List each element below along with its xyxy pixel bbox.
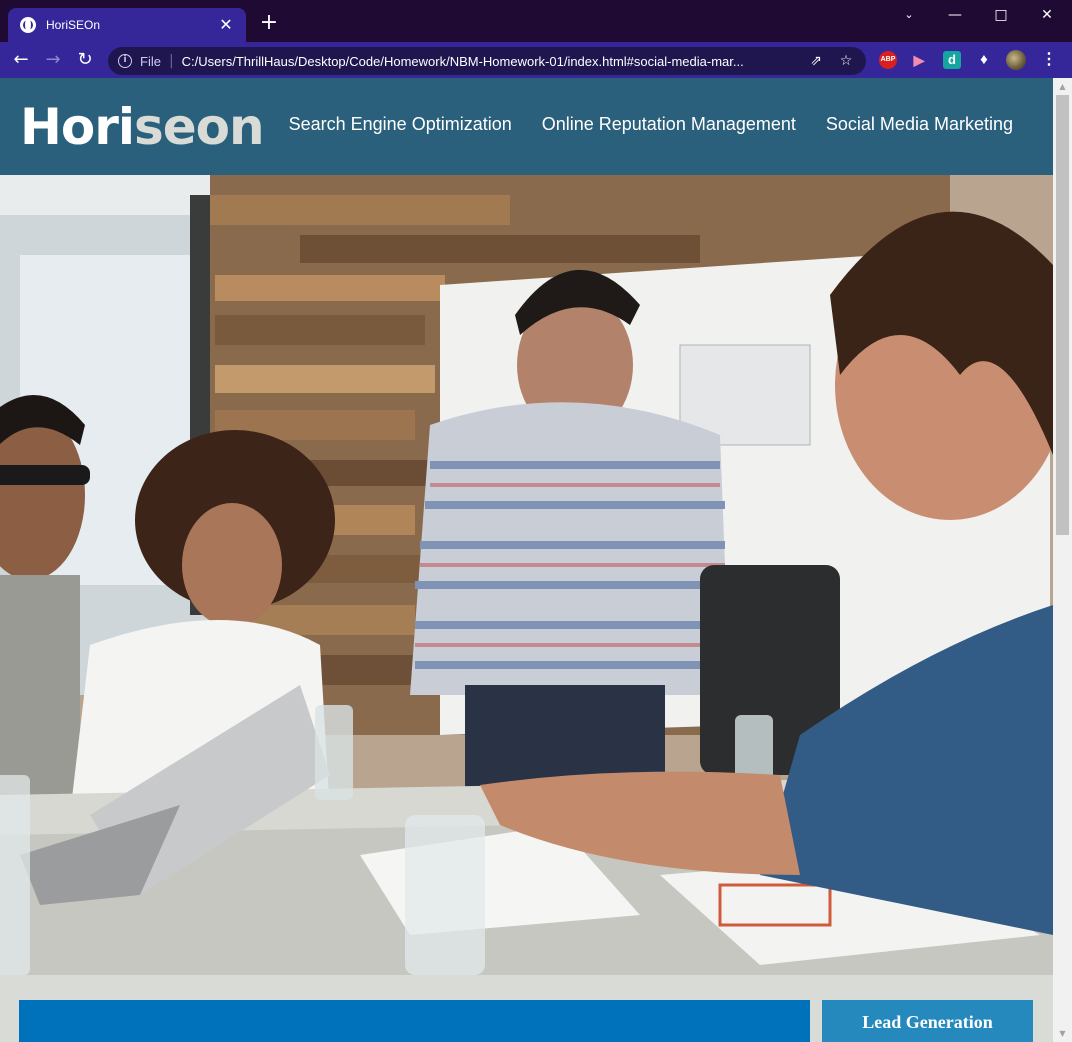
share-icon[interactable]: ⇗ <box>806 51 826 71</box>
forward-arrow-icon[interactable]: → <box>40 48 66 72</box>
site-header: Horiseon Search Engine Optimization Onli… <box>0 78 1053 175</box>
scroll-thumb[interactable] <box>1056 95 1069 535</box>
page-viewport: Horiseon Search Engine Optimization Onli… <box>0 78 1072 1042</box>
page-scrollbar[interactable]: ▲ ▼ <box>1053 78 1072 1042</box>
hero-image <box>0 175 1053 975</box>
seo-content-section <box>19 1000 810 1042</box>
star-icon[interactable]: ☆ <box>836 51 856 71</box>
info-icon[interactable]: i <box>118 54 132 68</box>
logo-main-text: Hori <box>20 98 135 156</box>
site-logo: Horiseon <box>20 98 265 156</box>
back-arrow-icon[interactable]: ← <box>8 48 34 72</box>
browser-titlebar: HoriSEOn ✕ + ⌄ — □ ✕ <box>0 0 1072 42</box>
omnibox-divider: | <box>168 53 174 69</box>
close-tab-icon[interactable]: ✕ <box>216 15 236 35</box>
benefit-lead-generation: Lead Generation <box>822 1000 1033 1042</box>
url-text[interactable]: C:/Users/ThrillHaus/Desktop/Code/Homewor… <box>182 54 796 69</box>
browser-tab[interactable]: HoriSEOn ✕ <box>8 8 246 42</box>
benefit-title: Lead Generation <box>862 1012 993 1032</box>
globe-icon <box>20 17 36 33</box>
scheme-label: File <box>140 53 161 69</box>
hero-photo-illustration <box>0 175 1053 975</box>
puzzle-icon[interactable]: ♦ <box>975 51 993 69</box>
logo-accent-text: seon <box>134 98 265 156</box>
scroll-up-arrow-icon[interactable]: ▲ <box>1053 78 1072 95</box>
window-close-icon[interactable]: ✕ <box>1032 4 1062 26</box>
new-tab-button[interactable]: + <box>258 12 280 34</box>
adblock-icon[interactable]: ABP <box>879 51 897 69</box>
profile-avatar-icon[interactable] <box>1006 50 1026 70</box>
kebab-menu-icon[interactable]: ⋮ <box>1040 51 1058 69</box>
d-extension-icon[interactable]: d <box>943 51 961 69</box>
tab-title: HoriSEOn <box>46 18 101 32</box>
reload-icon[interactable]: ↻ <box>72 48 98 72</box>
maximize-icon[interactable]: □ <box>986 4 1016 26</box>
address-bar[interactable]: i File | C:/Users/ThrillHaus/Desktop/Cod… <box>108 47 866 75</box>
browser-toolbar: ← → ↻ i File | C:/Users/ThrillHaus/Deskt… <box>0 42 1072 78</box>
scroll-down-arrow-icon[interactable]: ▼ <box>1053 1025 1072 1042</box>
extension-icon[interactable]: ▶ <box>910 51 928 69</box>
content-row: Lead Generation <box>0 975 1053 1042</box>
nav-link-reputation[interactable]: Online Reputation Management <box>542 114 796 135</box>
main-nav: Search Engine Optimization Online Reputa… <box>289 114 1013 135</box>
nav-link-social-media[interactable]: Social Media Marketing <box>826 114 1013 135</box>
minimize-icon[interactable]: — <box>940 4 970 26</box>
nav-link-seo[interactable]: Search Engine Optimization <box>289 114 512 135</box>
tab-search-chevron-icon[interactable]: ⌄ <box>894 4 924 26</box>
